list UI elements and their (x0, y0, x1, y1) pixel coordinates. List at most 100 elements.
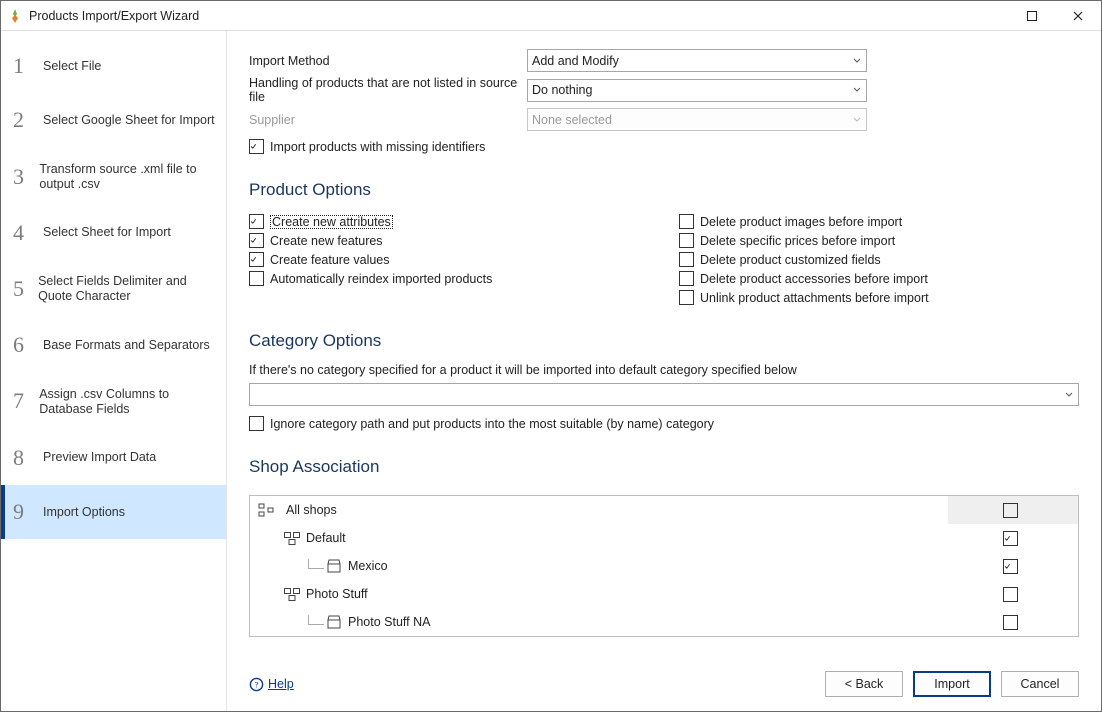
chevron-down-icon (852, 85, 862, 95)
shop-row-name[interactable]: Default (250, 530, 948, 546)
shop-row-label: Default (306, 531, 346, 545)
help-link[interactable]: ? Help (249, 677, 294, 692)
shop-group-icon (284, 586, 300, 602)
window-title: Products Import/Export Wizard (29, 9, 1009, 23)
import-method-row: Import Method Add and Modify (249, 49, 1079, 72)
product-options-right: Delete product images before import Dele… (679, 210, 1079, 309)
chevron-down-icon (852, 115, 862, 125)
ignore-category-path[interactable]: Ignore category path and put products in… (249, 416, 1079, 431)
step-label: Select Fields Delimiter and Quote Charac… (38, 274, 216, 304)
product-options-heading: Product Options (249, 180, 1079, 200)
opt-delete-accessories[interactable]: Delete product accessories before import (679, 271, 1079, 286)
shop-row-photostuff-na: Photo Stuff NA (250, 608, 1078, 636)
checkbox-icon (249, 233, 264, 248)
shop-store-icon (326, 614, 342, 630)
checkbox-icon (1003, 559, 1018, 574)
help-icon: ? (249, 677, 264, 692)
step-1[interactable]: 1Select File (1, 39, 226, 93)
step-label: Select Google Sheet for Import (43, 113, 215, 128)
checkbox-icon (1003, 587, 1018, 602)
shop-header-check[interactable] (948, 496, 1078, 524)
step-3[interactable]: 3Transform source .xml file to output .c… (1, 148, 226, 206)
main-panel: Import Method Add and Modify Handling of… (227, 31, 1101, 711)
shops-root-icon (258, 502, 274, 518)
opt-create-features[interactable]: Create new features (249, 233, 649, 248)
app-icon (7, 8, 23, 24)
shop-heading: Shop Association (249, 457, 1079, 477)
step-label: Select File (43, 59, 101, 74)
checkbox-label: Create new attributes (270, 215, 393, 229)
shop-row-label: Mexico (348, 559, 388, 573)
titlebar: Products Import/Export Wizard (1, 1, 1101, 31)
opt-auto-reindex[interactable]: Automatically reindex imported products (249, 271, 649, 286)
tree-line (308, 615, 324, 625)
select-value: Add and Modify (532, 54, 619, 68)
chevron-down-icon (852, 56, 862, 66)
tree-line (308, 559, 324, 569)
shop-header-label: All shops (286, 503, 337, 517)
step-4[interactable]: 4Select Sheet for Import (1, 206, 226, 260)
checkbox-icon (249, 271, 264, 286)
step-label: Base Formats and Separators (43, 338, 210, 353)
checkbox-icon (679, 290, 694, 305)
checkbox-icon (1003, 531, 1018, 546)
step-7[interactable]: 7Assign .csv Columns to Database Fields (1, 373, 226, 431)
shop-row-default: Default (250, 524, 1078, 552)
checkbox-label: Delete product images before import (700, 215, 902, 229)
opt-delete-custom[interactable]: Delete product customized fields (679, 252, 1079, 267)
checkbox-label: Delete product accessories before import (700, 272, 928, 286)
shop-row-check[interactable] (948, 559, 1078, 574)
step-label: Assign .csv Columns to Database Fields (39, 387, 216, 417)
select-value: Do nothing (532, 83, 592, 97)
checkbox-icon (1003, 503, 1018, 518)
checkbox-icon (249, 416, 264, 431)
opt-create-feature-values[interactable]: Create feature values (249, 252, 649, 267)
shop-header-row: All shops (250, 496, 1078, 524)
window-buttons (1009, 1, 1101, 31)
step-label: Select Sheet for Import (43, 225, 171, 240)
shop-association-table: All shops Default (249, 495, 1079, 637)
close-button[interactable] (1055, 1, 1101, 31)
checkbox-label: Delete product customized fields (700, 253, 881, 267)
opt-delete-prices[interactable]: Delete specific prices before import (679, 233, 1079, 248)
category-options-heading: Category Options (249, 331, 1079, 351)
select-value: None selected (532, 113, 612, 127)
opt-unlink-attachments[interactable]: Unlink product attachments before import (679, 290, 1079, 305)
handling-row: Handling of products that are not listed… (249, 76, 1079, 104)
opt-delete-images[interactable]: Delete product images before import (679, 214, 1079, 229)
product-options-left: Create new attributes Create new feature… (249, 210, 649, 309)
maximize-button[interactable] (1009, 1, 1055, 31)
step-8[interactable]: 8Preview Import Data (1, 431, 226, 485)
shop-header-name: All shops (250, 496, 948, 524)
opt-create-attributes[interactable]: Create new attributes (249, 214, 649, 229)
step-9[interactable]: 9Import Options (1, 485, 226, 539)
step-5[interactable]: 5Select Fields Delimiter and Quote Chara… (1, 260, 226, 318)
shop-row-check[interactable] (948, 587, 1078, 602)
import-button[interactable]: Import (913, 671, 991, 697)
import-method-label: Import Method (249, 54, 527, 68)
checkbox-icon (249, 252, 264, 267)
shop-row-name[interactable]: Photo Stuff NA (250, 614, 948, 630)
step-label: Import Options (43, 505, 125, 520)
shop-row-photostuff: Photo Stuff (250, 580, 1078, 608)
back-button[interactable]: < Back (825, 671, 903, 697)
step-2[interactable]: 2Select Google Sheet for Import (1, 93, 226, 147)
shop-row-check[interactable] (948, 531, 1078, 546)
shop-row-name[interactable]: Photo Stuff (250, 586, 948, 602)
cancel-button[interactable]: Cancel (1001, 671, 1079, 697)
default-category-select[interactable] (249, 383, 1079, 406)
checkbox-icon (679, 233, 694, 248)
checkbox-label: Create new features (270, 234, 383, 248)
import-missing-row[interactable]: Import products with missing identifiers (249, 139, 1079, 154)
step-6[interactable]: 6Base Formats and Separators (1, 318, 226, 372)
import-method-select[interactable]: Add and Modify (527, 49, 867, 72)
shop-row-label: Photo Stuff (306, 587, 368, 601)
body: 1Select File 2Select Google Sheet for Im… (1, 31, 1101, 711)
shop-row-name[interactable]: Mexico (250, 558, 948, 574)
product-options-columns: Create new attributes Create new feature… (249, 210, 1079, 309)
shop-row-check[interactable] (948, 615, 1078, 630)
footer: ? Help < Back Import Cancel (227, 661, 1101, 711)
checkbox-label: Automatically reindex imported products (270, 272, 492, 286)
handling-select[interactable]: Do nothing (527, 79, 867, 102)
wizard-sidebar: 1Select File 2Select Google Sheet for Im… (1, 31, 227, 711)
